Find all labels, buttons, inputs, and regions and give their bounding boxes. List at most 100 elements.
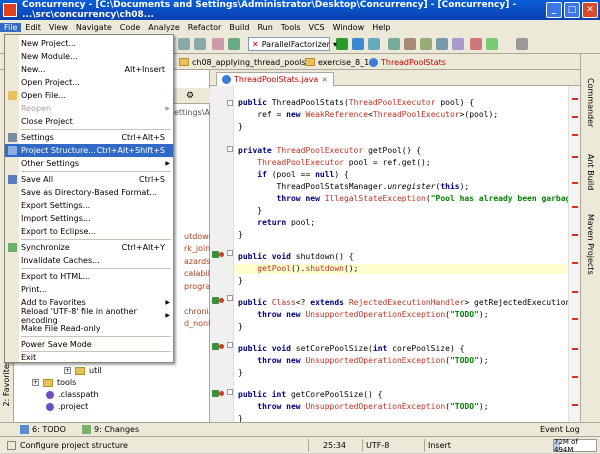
list-item[interactable]: azards <box>184 257 210 266</box>
breadcrumb-item[interactable]: exercise_8_1 <box>302 56 372 68</box>
menu-vcs[interactable]: VCS <box>305 23 329 32</box>
error-marker[interactable] <box>572 404 578 406</box>
gear-icon[interactable]: ⚙ <box>186 91 194 101</box>
menu-item-open-file[interactable]: Open File... <box>5 89 173 102</box>
menu-analyze[interactable]: Analyze <box>144 23 184 32</box>
plugin-icon[interactable] <box>452 38 464 50</box>
menu-item-make-read-only[interactable]: Make File Read-only <box>5 322 173 335</box>
menu-item-other-settings[interactable]: Other Settings ▶ <box>5 157 173 170</box>
menu-item-reopen[interactable]: Reopen ▶ <box>5 102 173 115</box>
menu-navigate[interactable]: Navigate <box>72 23 116 32</box>
favorites-tab[interactable]: 2: Favorites <box>2 360 11 406</box>
fold-icon[interactable] <box>227 146 233 152</box>
debug-icon[interactable] <box>352 38 364 50</box>
menu-item-save-all[interactable]: Save All Ctrl+S <box>5 173 173 186</box>
override-icon[interactable] <box>212 343 219 350</box>
update-icon[interactable] <box>486 38 498 50</box>
error-marker[interactable] <box>572 262 578 264</box>
structure-icon[interactable] <box>404 38 416 50</box>
tasks-icon[interactable] <box>436 38 448 50</box>
menu-refactor[interactable]: Refactor <box>184 23 226 32</box>
ant-build-tab[interactable]: Ant Build <box>586 154 595 190</box>
memory-indicator[interactable]: 72M of 494M <box>553 438 597 454</box>
menu-item-project-structure[interactable]: Project Structure... Ctrl+Alt+Shift+S <box>5 144 173 157</box>
commander-tab[interactable]: Commander <box>586 78 595 127</box>
app-icon[interactable] <box>3 3 17 17</box>
menu-view[interactable]: View <box>45 23 72 32</box>
maven-projects-tab[interactable]: Maven Projects <box>586 214 595 275</box>
error-stripe[interactable] <box>568 86 580 422</box>
tree-item-classpath[interactable]: .classpath <box>46 390 99 399</box>
menu-code[interactable]: Code <box>116 23 144 32</box>
close-icon[interactable]: × <box>321 75 328 84</box>
menu-item-open-project[interactable]: Open Project... <box>5 76 173 89</box>
menu-file[interactable]: File <box>0 22 22 32</box>
redo-icon[interactable] <box>194 38 206 50</box>
error-marker[interactable] <box>572 206 578 208</box>
menu-item-export-eclipse[interactable]: Export to Eclipse... <box>5 225 173 238</box>
expand-icon[interactable]: + <box>64 367 71 374</box>
find-icon[interactable] <box>212 38 224 50</box>
settings-icon[interactable] <box>388 38 400 50</box>
menu-item-new[interactable]: New... Alt+Insert <box>5 63 173 76</box>
menu-help[interactable]: Help <box>368 23 394 32</box>
run-icon[interactable] <box>336 38 348 50</box>
override-icon[interactable] <box>212 297 219 304</box>
error-marker[interactable] <box>572 348 578 350</box>
tree-item-util[interactable]: + util <box>64 366 102 375</box>
menu-item-export-settings[interactable]: Export Settings... <box>5 199 173 212</box>
error-marker[interactable] <box>572 291 578 293</box>
minimize-button[interactable]: _ <box>546 2 562 18</box>
menu-edit[interactable]: Edit <box>21 23 45 32</box>
tree-item-project[interactable]: .project <box>46 402 88 411</box>
menu-item-print[interactable]: Print... <box>5 283 173 296</box>
error-marker[interactable] <box>572 182 578 184</box>
expand-icon[interactable]: + <box>32 379 39 386</box>
menu-item-invalidate-caches[interactable]: Invalidate Caches... <box>5 254 173 267</box>
menu-item-export-html[interactable]: Export to HTML... <box>5 270 173 283</box>
menu-item-synchronize[interactable]: Synchronize Ctrl+Alt+Y <box>5 241 173 254</box>
fold-icon[interactable] <box>227 250 233 256</box>
menu-item-close-project[interactable]: Close Project <box>5 115 173 128</box>
tab-threadpoolstats[interactable]: ThreadPoolStats.java × <box>216 72 334 86</box>
close-button[interactable]: ✕ <box>582 2 598 18</box>
fold-icon[interactable] <box>227 295 233 301</box>
menu-run[interactable]: Run <box>253 23 276 32</box>
error-marker[interactable] <box>572 318 578 320</box>
run-config-select[interactable]: ✕ ParallelFactorizer ▾ <box>248 37 337 51</box>
error-marker[interactable] <box>572 234 578 236</box>
coverage-icon[interactable] <box>368 38 380 50</box>
list-item[interactable]: rk_join <box>184 244 210 253</box>
code-editor[interactable]: public ThreadPoolStats(ThreadPoolExecuto… <box>234 86 568 422</box>
encoding[interactable]: UTF-8 <box>362 439 414 452</box>
fold-icon[interactable] <box>227 342 233 348</box>
fold-icon[interactable] <box>227 100 233 106</box>
error-marker[interactable] <box>572 116 578 118</box>
menu-item-reload-encoding[interactable]: Reload 'UTF-8' file in another encoding ▶ <box>5 307 173 325</box>
make-icon[interactable] <box>228 38 240 50</box>
menu-build[interactable]: Build <box>225 23 253 32</box>
menu-item-exit[interactable]: Exit <box>5 351 173 364</box>
menu-tools[interactable]: Tools <box>277 23 305 32</box>
error-marker[interactable] <box>572 134 578 136</box>
tree-item-tools[interactable]: + tools <box>32 378 76 387</box>
menu-item-new-project[interactable]: New Project... <box>5 37 173 50</box>
menu-item-save-directory-format[interactable]: Save as Directory-Based Format... <box>5 186 173 199</box>
vcs-icon[interactable] <box>420 38 432 50</box>
undo-icon[interactable] <box>178 38 190 50</box>
menu-window[interactable]: Window <box>329 23 369 32</box>
menu-item-power-save[interactable]: Power Save Mode <box>5 338 173 351</box>
override-icon[interactable] <box>212 390 219 397</box>
menu-item-new-module[interactable]: New Module... <box>5 50 173 63</box>
menu-item-import-settings[interactable]: Import Settings... <box>5 212 173 225</box>
fold-icon[interactable] <box>227 389 233 395</box>
caret-position[interactable]: 25:34 <box>308 439 360 452</box>
override-icon[interactable] <box>212 251 219 258</box>
help-icon[interactable] <box>516 38 528 50</box>
error-marker[interactable] <box>572 98 578 100</box>
menu-item-settings[interactable]: Settings Ctrl+Alt+S <box>5 131 173 144</box>
breadcrumb-item[interactable]: ThreadPoolStats <box>366 56 449 68</box>
maximize-button[interactable]: □ <box>564 2 580 18</box>
error-marker[interactable] <box>572 156 578 158</box>
error-marker[interactable] <box>572 376 578 378</box>
